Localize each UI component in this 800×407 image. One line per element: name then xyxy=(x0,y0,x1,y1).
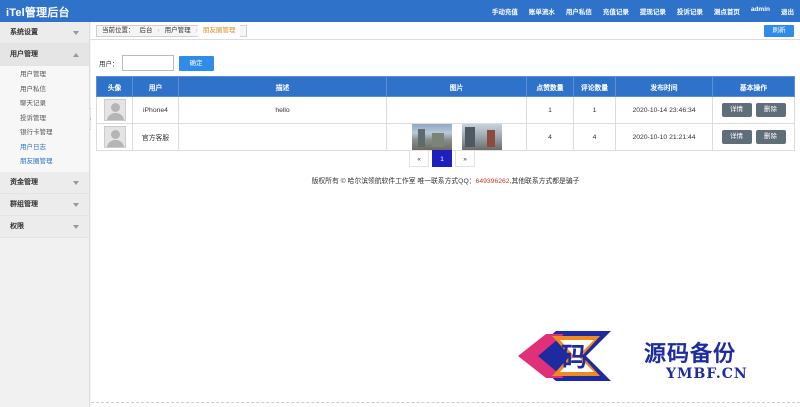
topnav-user-messages[interactable]: 用户私信 xyxy=(566,6,592,16)
avatar-cell xyxy=(96,123,133,151)
user-cell: iPhone4 xyxy=(132,96,179,124)
breadcrumb-prefix: 当前位置： xyxy=(102,27,135,34)
topnav-complaint-records[interactable]: 投诉记录 xyxy=(677,6,703,16)
col-header-comments: 评论数量 xyxy=(573,76,616,97)
pager-page-1[interactable]: 1 xyxy=(432,150,452,167)
description-cell: hello xyxy=(178,96,387,124)
sidebar-item-complaints[interactable]: 投诉管理 xyxy=(0,112,89,127)
col-header-likes: 点赞数量 xyxy=(526,76,574,97)
publish-time-cell: 2020-10-10 21:21:44 xyxy=(615,123,713,151)
sidebar-item-moments[interactable]: 朋友圈管理 xyxy=(0,155,89,170)
sidebar-submenu-user-management: 用户管理 用户私信 聊天记录 投诉管理 银行卡管理 用户日志 朋友圈管理 xyxy=(0,66,89,172)
moment-image-thumbnail[interactable] xyxy=(461,124,502,150)
sidebar-group-user-management[interactable]: 用户管理 xyxy=(0,44,89,66)
topnav-admin-user[interactable]: admin xyxy=(751,6,770,16)
watermark-title: 源码备份 xyxy=(644,341,737,367)
comments-cell: 1 xyxy=(573,96,616,124)
refresh-button[interactable]: 刷新 xyxy=(764,25,794,37)
sidebar-group-groups[interactable]: 群组管理 xyxy=(0,193,89,216)
topnav-withdraw-records[interactable]: 提现记录 xyxy=(640,6,666,16)
delete-button[interactable]: 删除 xyxy=(755,103,786,117)
detail-button[interactable]: 详情 xyxy=(721,103,752,117)
confirm-button[interactable]: 确定 xyxy=(178,55,214,71)
topnav-bill-flow[interactable]: 账单流水 xyxy=(529,6,555,16)
actions-cell: 详情 删除 xyxy=(712,96,795,124)
breadcrumb-current: 朋友圈管理 xyxy=(197,25,241,37)
sidebar-item-bank-cards[interactable]: 银行卡管理 xyxy=(0,126,89,141)
images-cell xyxy=(386,123,527,151)
bottom-divider xyxy=(91,402,800,407)
sidebar-item-user-messages[interactable]: 用户私信 xyxy=(0,83,89,98)
footer-qq-number: 649396262 xyxy=(475,178,510,185)
watermark-domain: YMBF.CN xyxy=(666,366,748,382)
likes-cell: 4 xyxy=(526,123,574,151)
search-bar: 用户： 确定 xyxy=(99,55,214,71)
likes-cell: 1 xyxy=(526,96,574,124)
topnav-manual-recharge[interactable]: 手动充值 xyxy=(492,6,518,16)
pager-next-button[interactable]: » xyxy=(455,150,475,167)
chevron-down-icon xyxy=(73,224,79,229)
col-header-publish-time: 发布时间 xyxy=(615,76,713,97)
copyright-footer: 版权所有 © 哈尔滨领航软件工作室 唯一联系方式QQ：649396262,其他联… xyxy=(91,175,800,185)
publish-time-cell: 2020-10-14 23:46:34 xyxy=(615,96,713,124)
top-bar: iTel管理后台 手动充值 账单流水 用户私信 充值记录 提现记录 投诉记录 测… xyxy=(0,0,800,22)
comments-cell: 4 xyxy=(573,123,616,151)
chevron-down-icon xyxy=(73,202,79,207)
col-header-avatar: 头像 xyxy=(96,76,133,97)
topnav-recharge-records[interactable]: 充值记录 xyxy=(603,6,629,16)
site-watermark: 码 源码备份 YMBF.CN xyxy=(516,326,776,388)
breadcrumb: 当前位置： 后台 › 用户管理 › 朋友圈管理 xyxy=(96,25,248,37)
user-cell: 官方客服 xyxy=(132,123,179,151)
col-header-actions: 基本操作 xyxy=(712,76,795,97)
actions-cell: 详情 删除 xyxy=(712,123,795,151)
app-title: iTel管理后台 xyxy=(6,7,70,19)
footer-text-after: ,其他联系方式都是骗子 xyxy=(509,178,580,185)
col-header-images: 图片 xyxy=(386,76,527,97)
topnav-home[interactable]: 测点首页 xyxy=(714,6,740,16)
sidebar-item-user-logs[interactable]: 用户日志 xyxy=(0,141,89,156)
avatar-cell xyxy=(96,96,133,124)
chevron-down-icon xyxy=(73,180,79,185)
sidebar-item-user-management[interactable]: 用户管理 xyxy=(0,68,89,83)
moment-image-thumbnail[interactable] xyxy=(411,124,452,150)
footer-text-before: 版权所有 © 哈尔滨领航软件工作室 唯一联系方式QQ： xyxy=(311,178,476,185)
sidebar-item-chat-records[interactable]: 聊天记录 xyxy=(0,97,89,112)
topnav-logout[interactable]: 退出 xyxy=(781,6,794,16)
table-row: iPhone4 hello 1 1 2020-10-14 23:46:34 详情… xyxy=(96,96,795,124)
breadcrumb-parent[interactable]: 用户管理 xyxy=(160,25,196,37)
sidebar-group-system-settings[interactable]: 系统设置 xyxy=(0,22,89,44)
pagination: « 1 » xyxy=(409,150,475,167)
top-nav: 手动充值 账单流水 用户私信 充值记录 提现记录 投诉记录 测点首页 admin… xyxy=(492,6,794,16)
col-header-user: 用户 xyxy=(132,76,179,97)
col-header-description: 描述 xyxy=(178,76,387,97)
table-header-row: 头像 用户 描述 图片 点赞数量 评论数量 发布时间 基本操作 xyxy=(96,76,795,97)
breadcrumb-root[interactable]: 后台 xyxy=(140,25,158,37)
search-label: 用户： xyxy=(99,61,119,68)
images-cell xyxy=(386,96,527,124)
sidebar-group-permissions[interactable]: 权限 xyxy=(0,215,89,238)
watermark-glyph: 码 xyxy=(561,343,587,373)
moments-table: 头像 用户 描述 图片 点赞数量 评论数量 发布时间 基本操作 iPhone4 … xyxy=(96,76,795,151)
table-row: 官方客服 4 4 2020-10-10 21:21:44 详情 删除 xyxy=(96,123,795,151)
sidebar-group-funds[interactable]: 资金管理 xyxy=(0,171,89,194)
avatar-icon xyxy=(103,126,126,148)
user-search-input[interactable] xyxy=(121,55,174,71)
chevron-down-icon xyxy=(73,31,79,35)
chevron-up-icon xyxy=(73,53,79,57)
delete-button[interactable]: 删除 xyxy=(755,130,786,144)
detail-button[interactable]: 详情 xyxy=(721,130,752,144)
watermark-logo-icon: 码 xyxy=(518,331,611,381)
description-cell xyxy=(178,123,387,151)
avatar-icon xyxy=(103,99,126,121)
sidebar: 系统设置 用户管理 用户管理 用户私信 聊天记录 投诉管理 银行卡管理 用户日志… xyxy=(0,22,90,407)
pager-prev-button[interactable]: « xyxy=(409,150,429,167)
breadcrumb-bar: 当前位置： 后台 › 用户管理 › 朋友圈管理 刷新 xyxy=(91,22,800,40)
